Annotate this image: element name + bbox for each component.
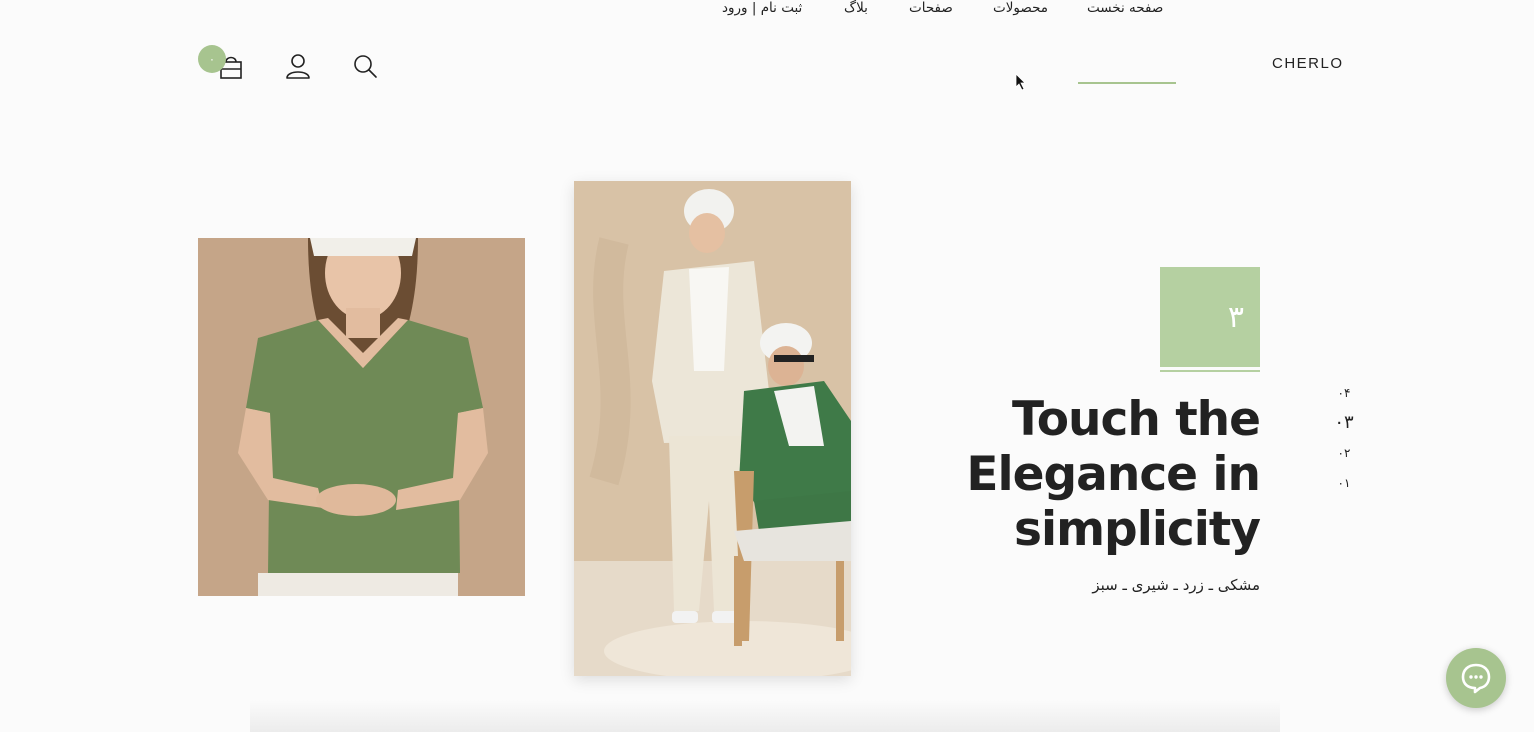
- brand-logo[interactable]: CHERLO: [1272, 55, 1344, 72]
- nav-blog[interactable]: بلاگ: [844, 0, 868, 16]
- site-header: CHERLO صفحه نخست محصولات صفحات بلاگ ثبت …: [0, 0, 1534, 110]
- chat-button[interactable]: [1446, 648, 1506, 708]
- chat-bubble-icon: [1461, 663, 1491, 694]
- search-icon[interactable]: [351, 52, 379, 80]
- slide-number-box: ۳: [1160, 267, 1260, 367]
- slide-dot-04[interactable]: ۰۴: [1326, 383, 1362, 413]
- available-colors: مشکی ـ زرد ـ شیری ـ سبز: [1092, 576, 1260, 594]
- slide-dot-01[interactable]: ۰۱: [1326, 473, 1362, 503]
- product-photo-green-top[interactable]: [198, 238, 525, 596]
- slide-dot-02[interactable]: ۰۲: [1326, 443, 1362, 473]
- slide-pagination: ۰۴ ۰۳ ۰۲ ۰۱: [1326, 383, 1362, 503]
- nav-home[interactable]: صفحه نخست: [1087, 0, 1163, 16]
- mouse-cursor-icon: [1015, 73, 1027, 91]
- slide-dot-03-active[interactable]: ۰۳: [1326, 413, 1362, 443]
- slide-number-underline: [1160, 370, 1260, 372]
- user-icon[interactable]: [284, 52, 312, 80]
- nav-pages[interactable]: صفحات: [909, 0, 953, 16]
- cart-count-badge: ۰: [198, 45, 226, 73]
- nav-products[interactable]: محصولات: [993, 0, 1048, 16]
- product-photo-cream-suit[interactable]: [574, 181, 851, 676]
- nav-active-underline: [1078, 82, 1176, 84]
- hero-headline: Touch the Elegance in simplicity: [966, 392, 1261, 557]
- bottom-fade: [250, 700, 1280, 732]
- nav-signup-login[interactable]: ثبت نام | ورود: [722, 0, 802, 16]
